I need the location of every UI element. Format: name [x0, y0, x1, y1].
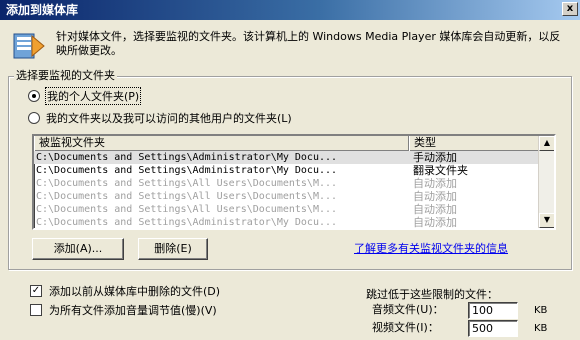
- remove-folder-button[interactable]: 删除(E): [138, 238, 208, 260]
- video-unit: KB: [534, 323, 548, 334]
- volume-leveling-label: 为所有文件添加音量调节值(慢)(V): [49, 304, 217, 317]
- radio-all-label: 我的文件夹以及我可以访问的其他用户的文件夹(L): [46, 112, 292, 125]
- folder-type: 自动添加: [413, 177, 457, 190]
- column-header-path[interactable]: 被监视文件夹: [34, 136, 409, 151]
- media-library-icon: [13, 33, 45, 59]
- radio-personal-folders[interactable]: 我的个人文件夹(P): [28, 87, 142, 105]
- title-bar: 添加到媒体库 x: [0, 0, 580, 20]
- folders-group-title: 选择要监视的文件夹: [14, 69, 117, 83]
- folder-type: 手动添加: [413, 151, 457, 164]
- scroll-up-button[interactable]: ▲: [539, 136, 554, 151]
- folder-path: C:\Documents and Settings\Administrator\…: [36, 152, 338, 163]
- folder-path: C:\Documents and Settings\All Users\Docu…: [36, 178, 338, 189]
- radio-personal-label: 我的个人文件夹(P): [44, 87, 142, 105]
- dialog-description: 针对媒体文件，选择要监视的文件夹。该计算机上的 Windows Media Pl…: [56, 30, 561, 57]
- list-item[interactable]: C:\Documents and Settings\All Users\Docu…: [34, 190, 539, 203]
- folder-path: C:\Documents and Settings\Administrator\…: [36, 165, 338, 176]
- close-button[interactable]: x: [562, 2, 578, 16]
- folder-type: 自动添加: [413, 216, 457, 229]
- list-item[interactable]: C:\Documents and Settings\All Users\Docu…: [34, 203, 539, 216]
- add-deleted-label: 添加以前从媒体库中删除的文件(D): [49, 285, 221, 298]
- list-item[interactable]: C:\Documents and Settings\Administrator\…: [34, 164, 539, 177]
- audio-limit-input[interactable]: 100: [468, 302, 518, 319]
- list-scrollbar[interactable]: ▲ ▼: [538, 136, 554, 228]
- audio-limit-label: 音频文件(U)：: [372, 303, 444, 316]
- arrow-up-icon: ▲: [543, 138, 551, 147]
- monitored-folders-list[interactable]: 被监视文件夹 类型 C:\Documents and Settings\Admi…: [32, 134, 556, 230]
- window-title: 添加到媒体库: [6, 3, 79, 17]
- scroll-down-button[interactable]: ▼: [539, 213, 554, 228]
- folder-path: C:\Documents and Settings\All Users\Docu…: [36, 204, 338, 215]
- folder-path: C:\Documents and Settings\Administrator\…: [36, 217, 338, 228]
- arrow-down-icon: ▼: [543, 215, 551, 224]
- list-item[interactable]: C:\Documents and Settings\Administrator\…: [34, 216, 539, 229]
- radio-all-indicator[interactable]: [28, 112, 40, 124]
- add-deleted-files-option[interactable]: ✓ 添加以前从媒体库中删除的文件(D): [30, 283, 220, 299]
- list-header: 被监视文件夹 类型: [34, 136, 539, 151]
- learn-more-link[interactable]: 了解更多有关监视文件夹的信息: [354, 240, 508, 256]
- folder-type: 翻录文件夹: [413, 164, 468, 177]
- radio-personal-indicator[interactable]: [28, 90, 40, 102]
- skip-limits-heading: 跳过低于这些限制的文件：: [366, 288, 498, 301]
- folder-path: C:\Documents and Settings\All Users\Docu…: [36, 191, 338, 202]
- folder-type: 自动添加: [413, 190, 457, 203]
- video-limit-input[interactable]: 500: [468, 320, 518, 337]
- list-item[interactable]: C:\Documents and Settings\Administrator\…: [34, 151, 539, 164]
- radio-all-users-folders[interactable]: 我的文件夹以及我可以访问的其他用户的文件夹(L): [28, 110, 292, 126]
- volume-leveling-option[interactable]: 为所有文件添加音量调节值(慢)(V): [30, 302, 217, 318]
- video-limit-label: 视频文件(I)：: [372, 321, 439, 334]
- close-icon: x: [566, 3, 574, 14]
- volume-leveling-checkbox[interactable]: [30, 304, 42, 316]
- add-deleted-checkbox[interactable]: ✓: [30, 285, 42, 297]
- list-rows: C:\Documents and Settings\Administrator\…: [34, 151, 539, 229]
- audio-unit: KB: [534, 305, 548, 316]
- column-header-type[interactable]: 类型: [409, 136, 539, 151]
- folder-type: 自动添加: [413, 203, 457, 216]
- add-folder-button[interactable]: 添加(A)...: [32, 238, 124, 260]
- list-item[interactable]: C:\Documents and Settings\All Users\Docu…: [34, 177, 539, 190]
